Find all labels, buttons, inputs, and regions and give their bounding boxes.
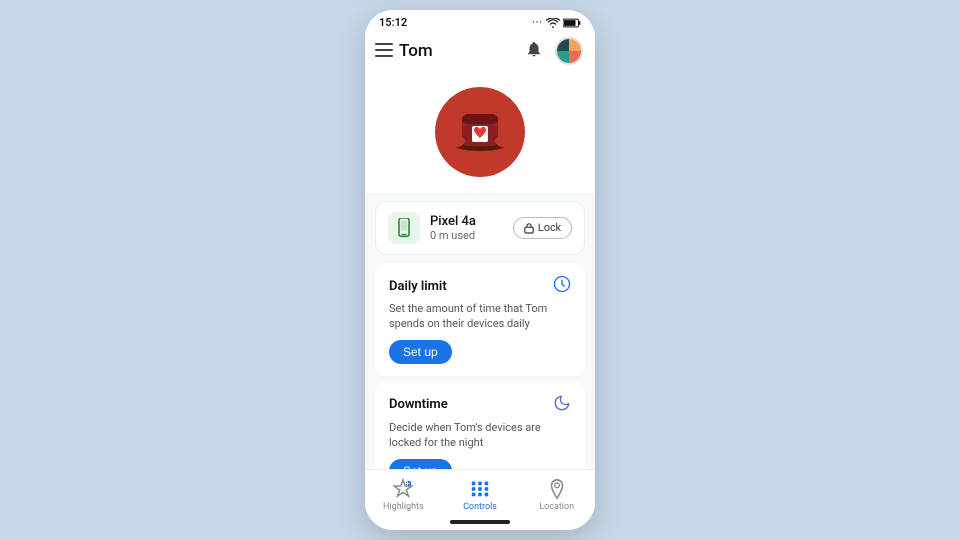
bell-icon[interactable] (525, 40, 543, 62)
daily-limit-card: Daily limit Set the amount of time that … (375, 263, 585, 376)
home-indicator (365, 516, 595, 530)
device-card: Pixel 4a 0 m used Lock (375, 201, 585, 255)
wifi-icon (546, 18, 560, 28)
device-name: Pixel 4a (430, 214, 503, 229)
nav-label-highlights: Highlights (383, 502, 424, 512)
nav-item-controls[interactable]: Controls (442, 478, 519, 512)
nav-label-location: Location (539, 502, 574, 512)
daily-limit-setup-button[interactable]: Set up (389, 340, 452, 364)
daily-limit-title: Daily limit (389, 279, 447, 294)
controls-icon (469, 478, 491, 500)
lock-label: Lock (538, 222, 561, 234)
lock-button[interactable]: Lock (513, 217, 572, 239)
nav-label-controls: Controls (463, 502, 497, 512)
downtime-icon (553, 394, 571, 416)
user-avatar-section (365, 71, 595, 193)
signal-icon: ··· (532, 18, 543, 28)
status-time: 15:12 (379, 16, 407, 29)
avatar[interactable] (555, 37, 583, 65)
nav-item-location[interactable]: Location (518, 478, 595, 512)
nav-item-highlights[interactable]: Highlights (365, 478, 442, 512)
phone-frame: 15:12 ··· Tom (365, 10, 595, 530)
home-bar (450, 520, 510, 524)
menu-icon[interactable] (375, 42, 393, 61)
page-title: Tom (399, 41, 519, 61)
device-info: Pixel 4a 0 m used (430, 214, 503, 242)
downtime-card: Downtime Decide when Tom's devices are l… (375, 382, 585, 469)
downtime-setup-button[interactable]: Set up (389, 459, 452, 469)
user-avatar-circle (435, 87, 525, 177)
app-header: Tom (365, 31, 595, 71)
location-icon (546, 478, 568, 500)
daily-limit-icon (553, 275, 571, 297)
device-icon (388, 212, 420, 244)
status-icons: ··· (532, 18, 581, 28)
daily-limit-desc: Set the amount of time that Tom spends o… (389, 301, 571, 332)
downtime-desc: Decide when Tom's devices are locked for… (389, 420, 571, 451)
downtime-title: Downtime (389, 397, 448, 412)
main-content: Pixel 4a 0 m used Lock Daily limit (365, 71, 595, 469)
device-usage: 0 m used (430, 229, 503, 242)
battery-icon (563, 18, 581, 28)
daily-limit-header: Daily limit (389, 275, 571, 297)
user-avatar-illustration (440, 92, 520, 172)
downtime-header: Downtime (389, 394, 571, 416)
bottom-nav: Highlights Controls Location (365, 469, 595, 516)
highlights-icon (392, 478, 414, 500)
status-bar: 15:12 ··· (365, 10, 595, 31)
